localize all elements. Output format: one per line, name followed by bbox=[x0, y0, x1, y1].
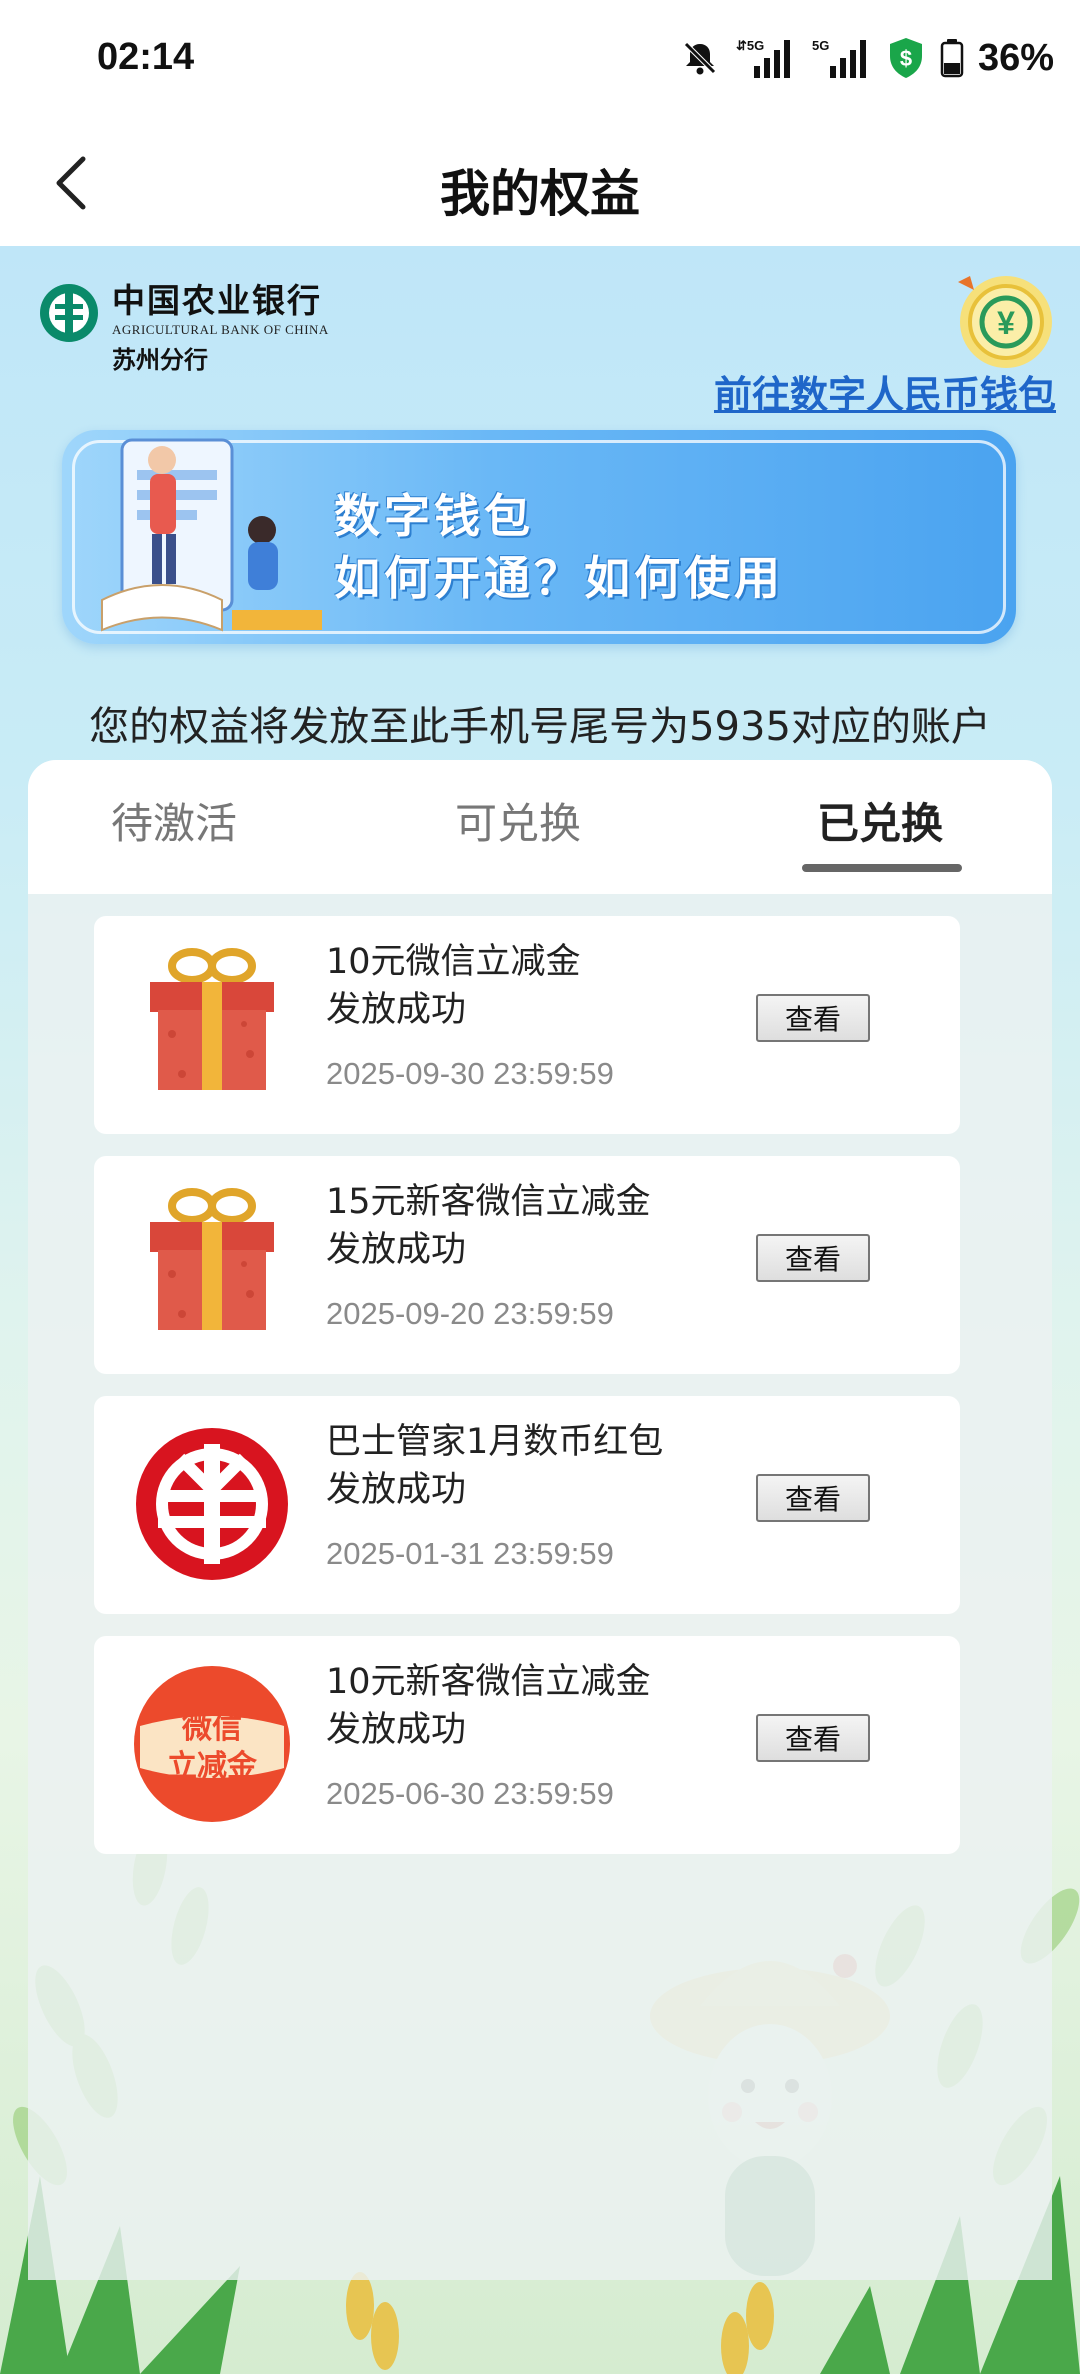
benefit-date: 2025-09-30 23:59:59 bbox=[326, 1056, 614, 1091]
banner-title: 数字钱包 bbox=[334, 489, 534, 543]
view-button[interactable]: 查看 bbox=[756, 1714, 870, 1762]
benefit-item: 10元微信立减金 发放成功 2025-09-30 23:59:59 查看 bbox=[94, 916, 960, 1134]
signal-5g-icon-2: 5G bbox=[810, 36, 872, 80]
view-button[interactable]: 查看 bbox=[756, 994, 870, 1042]
benefit-status: 发放成功 bbox=[326, 990, 467, 1030]
page-title: 我的权益 bbox=[440, 165, 640, 223]
battery-icon bbox=[940, 38, 964, 78]
benefit-item: 巴士管家1月数币红包 发放成功 2025-01-31 23:59:59 查看 bbox=[94, 1396, 960, 1614]
view-button[interactable]: 查看 bbox=[756, 1474, 870, 1522]
tab-redeemable[interactable]: 可兑换 bbox=[368, 790, 668, 851]
security-shield-icon: $ bbox=[886, 36, 926, 80]
svg-text:5G: 5G bbox=[812, 38, 829, 53]
tab-redeemed[interactable]: 已兑换 bbox=[730, 790, 1030, 851]
status-time: 02:14 bbox=[97, 36, 195, 78]
bank-name-en: AGRICULTURAL BANK OF CHINA bbox=[112, 322, 329, 337]
benefits-panel: 待激活 可兑换 已兑换 10元微信立减金 发放成功 2025-09-30 23:… bbox=[28, 760, 1052, 2280]
wechat-label: 微信 bbox=[181, 1711, 242, 1746]
benefit-tabs: 待激活 可兑换 已兑换 bbox=[28, 760, 1052, 894]
benefit-title-text: 15元新客微信立减金 bbox=[326, 1182, 651, 1222]
wallet-guide-banner[interactable]: 数字钱包 如何开通？如何使用 bbox=[62, 430, 1016, 644]
bank-logo: 中国农业银行 AGRICULTURAL BANK OF CHINA 苏州分行 bbox=[38, 282, 329, 375]
people-reading-illustration-icon bbox=[101, 438, 322, 632]
benefit-date: 2025-06-30 23:59:59 bbox=[326, 1776, 614, 1811]
banner-subtitle: 如何开通？如何使用 bbox=[334, 551, 784, 605]
digital-rmb-icon bbox=[136, 1428, 288, 1580]
signal-5g-icon: ⇵5G bbox=[734, 36, 796, 80]
battery-percent: 36% bbox=[977, 36, 1054, 79]
active-tab-indicator bbox=[802, 864, 962, 872]
benefit-status: 发放成功 bbox=[326, 1230, 467, 1270]
benefit-status: 发放成功 bbox=[326, 1710, 467, 1750]
tab-pending-activation[interactable]: 待激活 bbox=[24, 790, 324, 851]
benefit-title: 10元新客微信立减金 发放成功 bbox=[326, 1658, 766, 1754]
bank-name-cn: 中国农业银行 bbox=[112, 281, 322, 320]
benefit-title-text: 10元新客微信立减金 bbox=[326, 1662, 651, 1702]
benefit-title: 15元新客微信立减金 发放成功 bbox=[326, 1178, 766, 1274]
account-notice: 您的权益将发放至此手机号尾号为5935对应的账户 bbox=[89, 704, 991, 750]
abc-bank-emblem-icon bbox=[40, 284, 98, 342]
digital-rmb-coin-icon: ¥ bbox=[958, 276, 1052, 368]
svg-text:¥: ¥ bbox=[997, 305, 1015, 341]
gift-icon bbox=[150, 1188, 274, 1330]
status-bar: 02:14 ⇵5G 5G $ 36% bbox=[0, 0, 1080, 118]
benefit-item: 15元新客微信立减金 发放成功 2025-09-20 23:59:59 查看 bbox=[94, 1156, 960, 1374]
benefit-title-text: 10元微信立减金 bbox=[326, 942, 581, 982]
bank-branch: 苏州分行 bbox=[112, 345, 208, 374]
svg-text:$: $ bbox=[900, 46, 912, 71]
benefit-title-text: 巴士管家1月数币红包 bbox=[326, 1422, 664, 1462]
status-icons: ⇵5G 5G $ 36% bbox=[680, 34, 1054, 82]
wechat-discount-icon: 微信 立减金 bbox=[134, 1666, 290, 1822]
view-button[interactable]: 查看 bbox=[756, 1234, 870, 1282]
discount-label: 立减金 bbox=[167, 1749, 258, 1784]
benefit-date: 2025-01-31 23:59:59 bbox=[326, 1536, 614, 1571]
gift-icon bbox=[150, 948, 274, 1090]
mute-bell-icon bbox=[680, 38, 720, 78]
digital-rmb-wallet-link[interactable]: 前往数字人民币钱包 bbox=[714, 364, 1056, 419]
svg-text:⇵5G: ⇵5G bbox=[736, 38, 764, 53]
benefit-title: 10元微信立减金 发放成功 bbox=[326, 938, 766, 1034]
benefit-date: 2025-09-20 23:59:59 bbox=[326, 1296, 614, 1331]
nav-header: 我的权益 bbox=[0, 118, 1080, 246]
benefit-title: 巴士管家1月数币红包 发放成功 bbox=[326, 1418, 766, 1514]
benefit-status: 发放成功 bbox=[326, 1470, 467, 1510]
benefit-item: 微信 立减金 10元新客微信立减金 发放成功 2025-06-30 23:59:… bbox=[94, 1636, 960, 1854]
